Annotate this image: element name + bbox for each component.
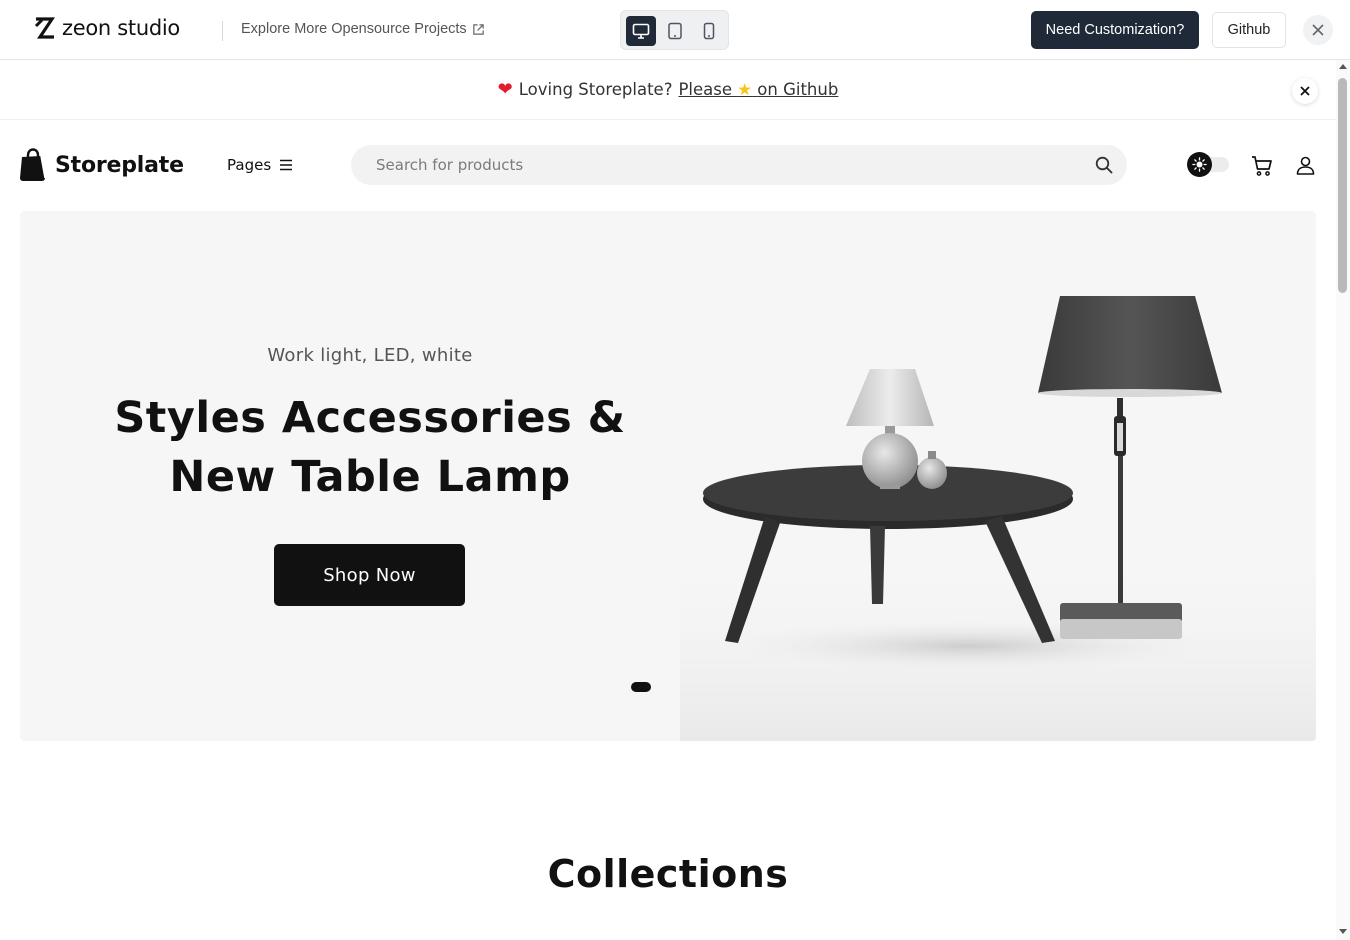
shop-now-button[interactable]: Shop Now	[274, 544, 465, 606]
zeon-logo-icon	[34, 17, 55, 39]
hero-subtitle: Work light, LED, white	[267, 345, 473, 366]
pages-menu-button[interactable]: Pages	[227, 156, 293, 174]
hamburger-icon	[280, 159, 293, 171]
scrollbar-thumb[interactable]	[1338, 78, 1347, 293]
scroll-down-arrow-icon[interactable]	[1339, 929, 1347, 934]
storeplate-brand-text: Storeplate	[55, 152, 184, 178]
scroll-up-arrow-icon[interactable]	[1339, 64, 1347, 69]
page-scrollbar[interactable]	[1336, 60, 1350, 940]
user-icon[interactable]	[1296, 156, 1315, 175]
theme-toggle[interactable]	[1187, 152, 1231, 177]
zeon-studio-logo[interactable]: zeon studio	[34, 16, 180, 40]
github-star-link-text-1: Please	[678, 80, 732, 99]
storeplate-logo[interactable]: Storeplate	[19, 148, 184, 182]
github-star-link-text-2: on Github	[757, 80, 839, 99]
explore-projects-link[interactable]: Explore More Opensource Projects	[241, 21, 485, 37]
hero-title: Styles Accessories & New Table Lamp	[114, 393, 626, 502]
github-star-link[interactable]: Please ★ on Github	[678, 80, 838, 99]
toolbar-divider	[222, 21, 223, 41]
search-input[interactable]	[351, 145, 1127, 185]
demo-toolbar: zeon studio Explore More Opensource Proj…	[0, 0, 1350, 60]
device-switcher	[620, 10, 729, 50]
close-announcement-button[interactable]	[1292, 78, 1318, 104]
cart-icon[interactable]	[1251, 155, 1273, 177]
announcement-text: ❤ Loving Storeplate? Please ★ on Github	[498, 79, 839, 100]
github-button[interactable]: Github	[1212, 12, 1286, 48]
announcement-prefix: Loving Storeplate?	[518, 80, 673, 99]
close-toolbar-button[interactable]	[1303, 15, 1333, 45]
sun-icon	[1192, 157, 1207, 172]
need-customization-button[interactable]: Need Customization?	[1031, 11, 1199, 49]
search-icon[interactable]	[1095, 156, 1113, 174]
shopping-bag-icon	[20, 148, 46, 181]
close-icon	[1312, 24, 1324, 36]
zeon-brand-text: zeon studio	[62, 16, 180, 40]
mobile-view-button[interactable]	[694, 16, 724, 46]
heart-icon: ❤	[497, 79, 513, 100]
announcement-bar: ❤ Loving Storeplate? Please ★ on Github	[0, 60, 1336, 120]
pages-menu-label: Pages	[227, 156, 272, 174]
external-link-icon	[472, 23, 484, 35]
mobile-icon	[703, 22, 715, 40]
table-lamp-product-image	[680, 296, 1316, 741]
theme-toggle-knob	[1187, 152, 1212, 177]
search-bar	[351, 145, 1127, 185]
hero-banner: Work light, LED, white Styles Accessorie…	[20, 211, 1316, 741]
desktop-view-button[interactable]	[626, 16, 656, 46]
explore-projects-label: Explore More Opensource Projects	[241, 21, 467, 37]
store-header: Storeplate Pages	[0, 121, 1336, 211]
star-icon: ★	[737, 80, 753, 99]
close-icon	[1300, 86, 1310, 96]
collections-heading: Collections	[547, 852, 789, 896]
tablet-icon	[668, 22, 682, 40]
slider-dot-active[interactable]	[631, 682, 651, 692]
desktop-icon	[632, 23, 650, 39]
tablet-view-button[interactable]	[660, 16, 690, 46]
